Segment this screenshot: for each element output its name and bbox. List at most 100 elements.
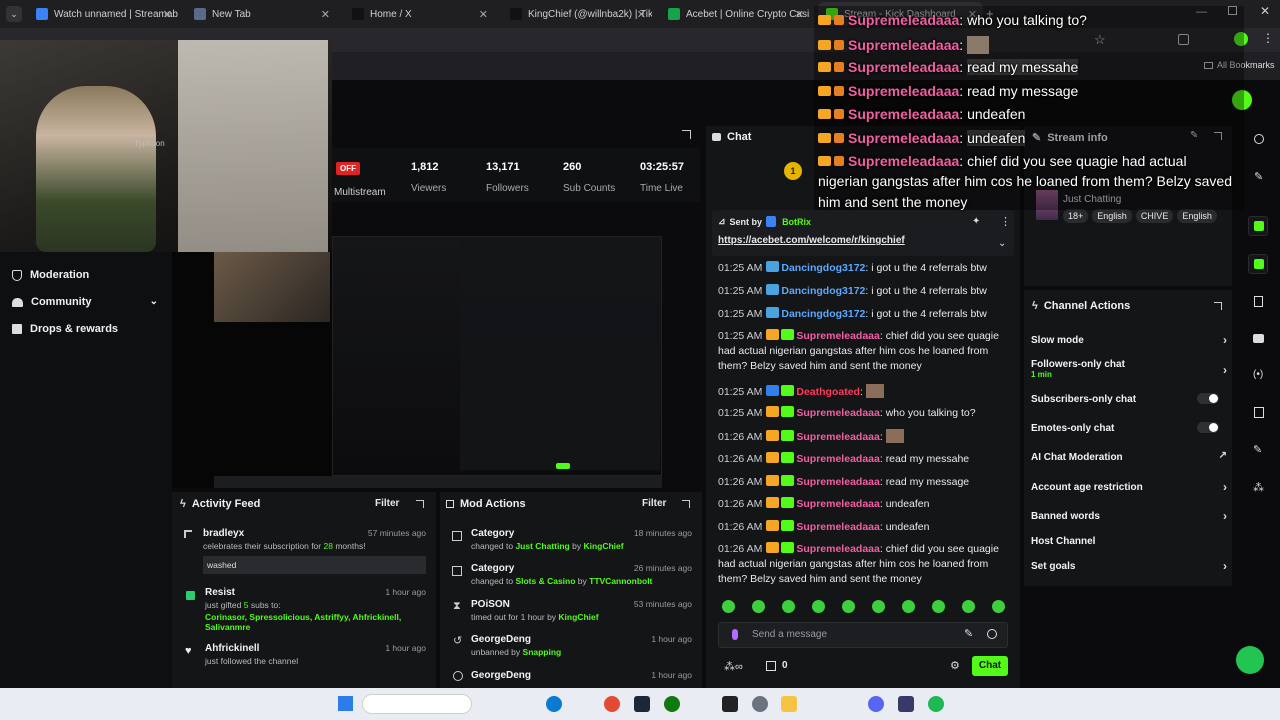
setting-label: Host Channel bbox=[1031, 536, 1096, 547]
xbox-taskbar-icon[interactable] bbox=[664, 696, 680, 712]
close-window-icon[interactable]: ✕ bbox=[1260, 4, 1270, 18]
toggle-switch[interactable] bbox=[1197, 422, 1219, 433]
popout-icon[interactable] bbox=[1214, 302, 1222, 310]
slow-mode-row[interactable]: Slow mode › bbox=[1031, 333, 1227, 347]
taskbar-search[interactable] bbox=[362, 694, 472, 714]
banned-words-row[interactable]: Banned words › bbox=[1031, 509, 1227, 523]
ai-moderation-row[interactable]: AI Chat Moderation ↗ bbox=[1031, 450, 1227, 463]
mod-filter-button[interactable]: Filter bbox=[642, 498, 666, 509]
tag[interactable]: English bbox=[1177, 209, 1217, 223]
mod-action-by[interactable]: KingChief bbox=[558, 612, 598, 622]
rail-page-icon[interactable] bbox=[1254, 296, 1263, 307]
info-icon[interactable] bbox=[1254, 134, 1264, 144]
activity-user[interactable]: bradleyx bbox=[203, 528, 244, 539]
followers-only-row[interactable]: Followers-only chat 1 min › bbox=[1031, 359, 1227, 379]
toggle-switch[interactable] bbox=[1197, 393, 1219, 404]
epic-taskbar-icon[interactable] bbox=[722, 696, 738, 712]
rail-list-icon[interactable] bbox=[1254, 407, 1264, 418]
edit-rail-icon[interactable]: ✎ bbox=[1254, 170, 1263, 183]
sidebar-item-drops[interactable]: Drops & rewards bbox=[12, 323, 118, 335]
browser-menu-icon[interactable]: ⋮ bbox=[1262, 31, 1274, 45]
mod-action-by[interactable]: TTVCannonbolt bbox=[589, 576, 652, 586]
rail-button-lightning[interactable] bbox=[1248, 254, 1268, 274]
rail-wrench-icon[interactable]: ✎ bbox=[1253, 443, 1262, 456]
popout-icon[interactable] bbox=[682, 500, 690, 508]
tag[interactable]: CHIVE bbox=[1135, 209, 1174, 223]
chat-username[interactable]: Supremeleadaaa bbox=[796, 431, 879, 443]
popout-icon[interactable] bbox=[682, 130, 691, 139]
chat-send-button[interactable]: Chat bbox=[972, 656, 1008, 676]
settings-taskbar-icon[interactable] bbox=[752, 696, 768, 712]
rail-chat-icon[interactable] bbox=[1253, 334, 1264, 343]
sidebar-item-moderation[interactable]: Moderation bbox=[12, 269, 89, 281]
chat-username[interactable]: Deathgoated bbox=[796, 386, 860, 398]
tab-x-home[interactable]: Home / X ✕ bbox=[344, 2, 494, 26]
tab-streamable[interactable]: Watch unnamed | Streamable ✕ bbox=[28, 2, 178, 26]
close-icon[interactable]: ✕ bbox=[795, 8, 804, 21]
microphone-icon[interactable] bbox=[732, 629, 738, 640]
overlay-username: Supremeleadaaa bbox=[848, 82, 960, 99]
pinned-author[interactable]: BotRix bbox=[782, 217, 811, 227]
host-channel-row[interactable]: Host Channel bbox=[1031, 536, 1227, 547]
gift-recipients[interactable]: Corinasor, Spressolicious, Astriffyy, Ah… bbox=[205, 612, 401, 632]
emote-picker-icon[interactable]: ✎ bbox=[964, 627, 973, 640]
emoji-icon[interactable] bbox=[987, 629, 997, 639]
chat-username[interactable]: Supremeleadaaa bbox=[796, 407, 879, 419]
overlay-wrap-line: him and sent the money bbox=[818, 194, 968, 210]
tag[interactable]: 18+ bbox=[1063, 209, 1089, 223]
rail-broadcast-icon[interactable]: (•) bbox=[1253, 369, 1263, 380]
account-age-row[interactable]: Account age restriction › bbox=[1031, 480, 1227, 494]
chat-settings-icon[interactable]: ⚙ bbox=[950, 659, 960, 672]
rail-button-target[interactable] bbox=[1248, 216, 1268, 236]
chat-username[interactable]: Supremeleadaaa bbox=[796, 543, 879, 555]
discord-taskbar-icon[interactable] bbox=[868, 696, 884, 712]
mod-action-by[interactable]: Snapping bbox=[523, 647, 562, 657]
multistream-label[interactable]: Multistream bbox=[334, 187, 386, 198]
activity-time: 57 minutes ago bbox=[367, 528, 426, 538]
tab-search-button[interactable]: ⌄ bbox=[6, 6, 22, 22]
edge-taskbar-icon[interactable] bbox=[546, 696, 562, 712]
start-button[interactable] bbox=[338, 696, 353, 711]
activity-user[interactable]: Ahfrickinell bbox=[205, 643, 259, 654]
chat-username[interactable]: Dancingdog3172 bbox=[781, 262, 865, 274]
viewer-list-icon[interactable]: ⁂∞ bbox=[724, 660, 743, 673]
chat-username[interactable]: Supremeleadaaa bbox=[796, 521, 879, 533]
obs-taskbar-icon[interactable] bbox=[898, 696, 914, 712]
chat-username[interactable]: Supremeleadaaa bbox=[796, 453, 879, 465]
tab-new-tab[interactable]: New Tab ✕ bbox=[186, 2, 336, 26]
tab-tiktok[interactable]: KingChief (@willnba2k) | TikTok✕ bbox=[502, 2, 652, 26]
chat-username[interactable]: Dancingdog3172 bbox=[781, 308, 865, 320]
pin-toggle-icon[interactable]: ✦ bbox=[972, 216, 980, 227]
chat-username[interactable]: Dancingdog3172 bbox=[781, 285, 865, 297]
activity-user[interactable]: Resist bbox=[205, 587, 235, 598]
close-icon[interactable]: ✕ bbox=[321, 8, 330, 21]
tab-acebet[interactable]: Acebet | Online Crypto Casino ✕ bbox=[660, 2, 810, 26]
close-icon[interactable]: ✕ bbox=[163, 8, 172, 21]
popout-icon[interactable] bbox=[416, 500, 424, 508]
close-icon[interactable]: ✕ bbox=[479, 8, 488, 21]
chat-username[interactable]: Supremeleadaaa bbox=[796, 476, 879, 488]
mod-action-by[interactable]: KingChief bbox=[583, 541, 623, 551]
pinned-link[interactable]: https://acebet.com/welcome/r/kingchief bbox=[718, 235, 905, 246]
explorer-taskbar-icon[interactable] bbox=[781, 696, 797, 712]
activity-entry-subscription: bradleyx celebrates their subscription f… bbox=[184, 528, 426, 574]
activity-filter-button[interactable]: Filter bbox=[375, 498, 399, 509]
subscribers-only-row[interactable]: Subscribers-only chat bbox=[1031, 393, 1227, 405]
chat-username[interactable]: Supremeleadaaa bbox=[796, 330, 879, 342]
emotes-only-row[interactable]: Emotes-only chat bbox=[1031, 422, 1227, 434]
chat-leaderboard-badge[interactable]: 1 bbox=[784, 162, 802, 180]
steam-taskbar-icon[interactable] bbox=[634, 696, 650, 712]
pinned-menu-icon[interactable]: ⋮ bbox=[1000, 215, 1011, 228]
chevron-down-icon[interactable]: ⌄ bbox=[998, 238, 1006, 249]
support-headset-icon[interactable] bbox=[1236, 646, 1264, 674]
set-goals-row[interactable]: Set goals › bbox=[1031, 559, 1227, 573]
tag[interactable]: English bbox=[1092, 209, 1132, 223]
close-icon[interactable]: ✕ bbox=[637, 8, 646, 21]
chrome-taskbar-icon[interactable] bbox=[604, 696, 620, 712]
chevron-down-icon[interactable]: ⌄ bbox=[150, 296, 158, 307]
spotify-taskbar-icon[interactable] bbox=[928, 696, 944, 712]
sidebar-item-community[interactable]: Community ⌄ bbox=[12, 296, 158, 308]
heart-icon: ♥ bbox=[185, 645, 192, 657]
chat-username[interactable]: Supremeleadaaa bbox=[796, 498, 879, 510]
rail-community-icon[interactable]: ⁂ bbox=[1253, 481, 1264, 494]
